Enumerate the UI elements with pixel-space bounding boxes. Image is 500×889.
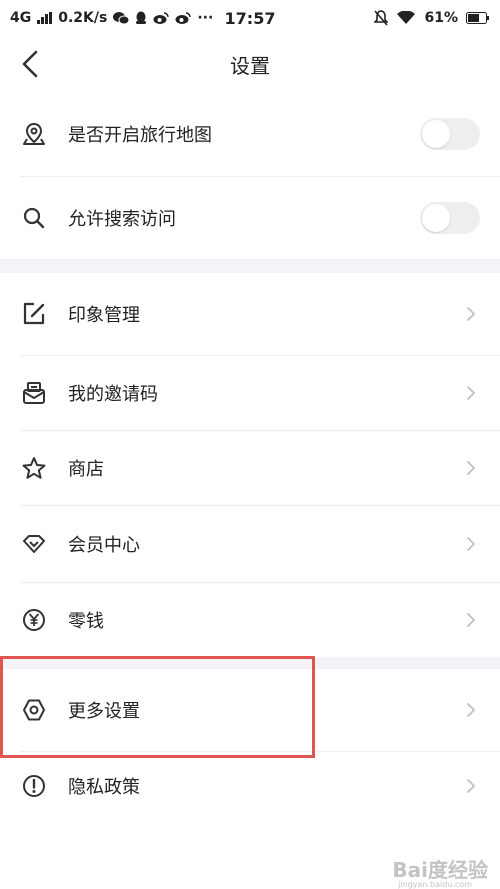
travel-map-row[interactable]: 是否开启旅行地图 [0,92,500,176]
membership-center-row[interactable]: 会员中心 [0,506,500,582]
toggle-knob [422,204,450,232]
search-access-row[interactable]: 允许搜索访问 [0,177,500,259]
chevron-right-icon [467,307,475,321]
watermark: Bai度经验 [392,858,488,882]
chevron-right-icon [467,461,475,475]
impression-management-label: 印象管理 [68,305,140,326]
wallet-row[interactable]: 零钱 [0,583,500,657]
status-bar: 4G 0.2K/s ··· 17:57 61% [0,0,500,36]
more-settings-label: 更多设置 [68,701,140,722]
privacy-policy-row[interactable]: 隐私政策 [0,752,500,820]
privacy-policy-label: 隐私政策 [68,777,140,798]
search-icon [20,204,48,232]
travel-map-label: 是否开启旅行地图 [68,125,212,146]
envelope-icon [20,379,48,407]
invite-code-row[interactable]: 我的邀请码 [0,356,500,430]
section-gap [0,657,500,669]
star-icon [20,454,48,482]
chevron-right-icon [467,613,475,627]
travel-map-toggle[interactable] [420,118,480,150]
status-right: 61% [374,10,490,26]
battery-icon [466,12,489,24]
edit-icon [20,300,48,328]
notification-off-icon [374,10,389,26]
store-row[interactable]: 商店 [0,431,500,505]
chevron-right-icon [467,386,475,400]
diamond-icon [20,530,48,558]
watermark-url: jingyan.baidu.com [398,880,472,889]
wallet-label: 零钱 [68,611,104,632]
chevron-right-icon [467,779,475,793]
store-label: 商店 [68,459,104,480]
chevron-right-icon [467,537,475,551]
yen-icon [20,606,48,634]
exclamation-icon [20,772,48,800]
toggle-knob [422,120,450,148]
membership-center-label: 会员中心 [68,535,140,556]
wifi-icon [397,11,416,24]
battery-level: 61% [424,10,458,26]
hexagon-settings-icon [20,696,48,724]
nav-bar: 设置 [0,36,500,92]
invite-code-label: 我的邀请码 [68,384,158,405]
section-gap [0,259,500,273]
more-settings-row[interactable]: 更多设置 [0,669,500,751]
page-title: 设置 [230,54,270,78]
chevron-right-icon [467,703,475,717]
impression-management-row[interactable]: 印象管理 [0,273,500,355]
map-pin-icon [20,120,48,148]
search-access-label: 允许搜索访问 [68,209,176,230]
search-access-toggle[interactable] [420,202,480,234]
